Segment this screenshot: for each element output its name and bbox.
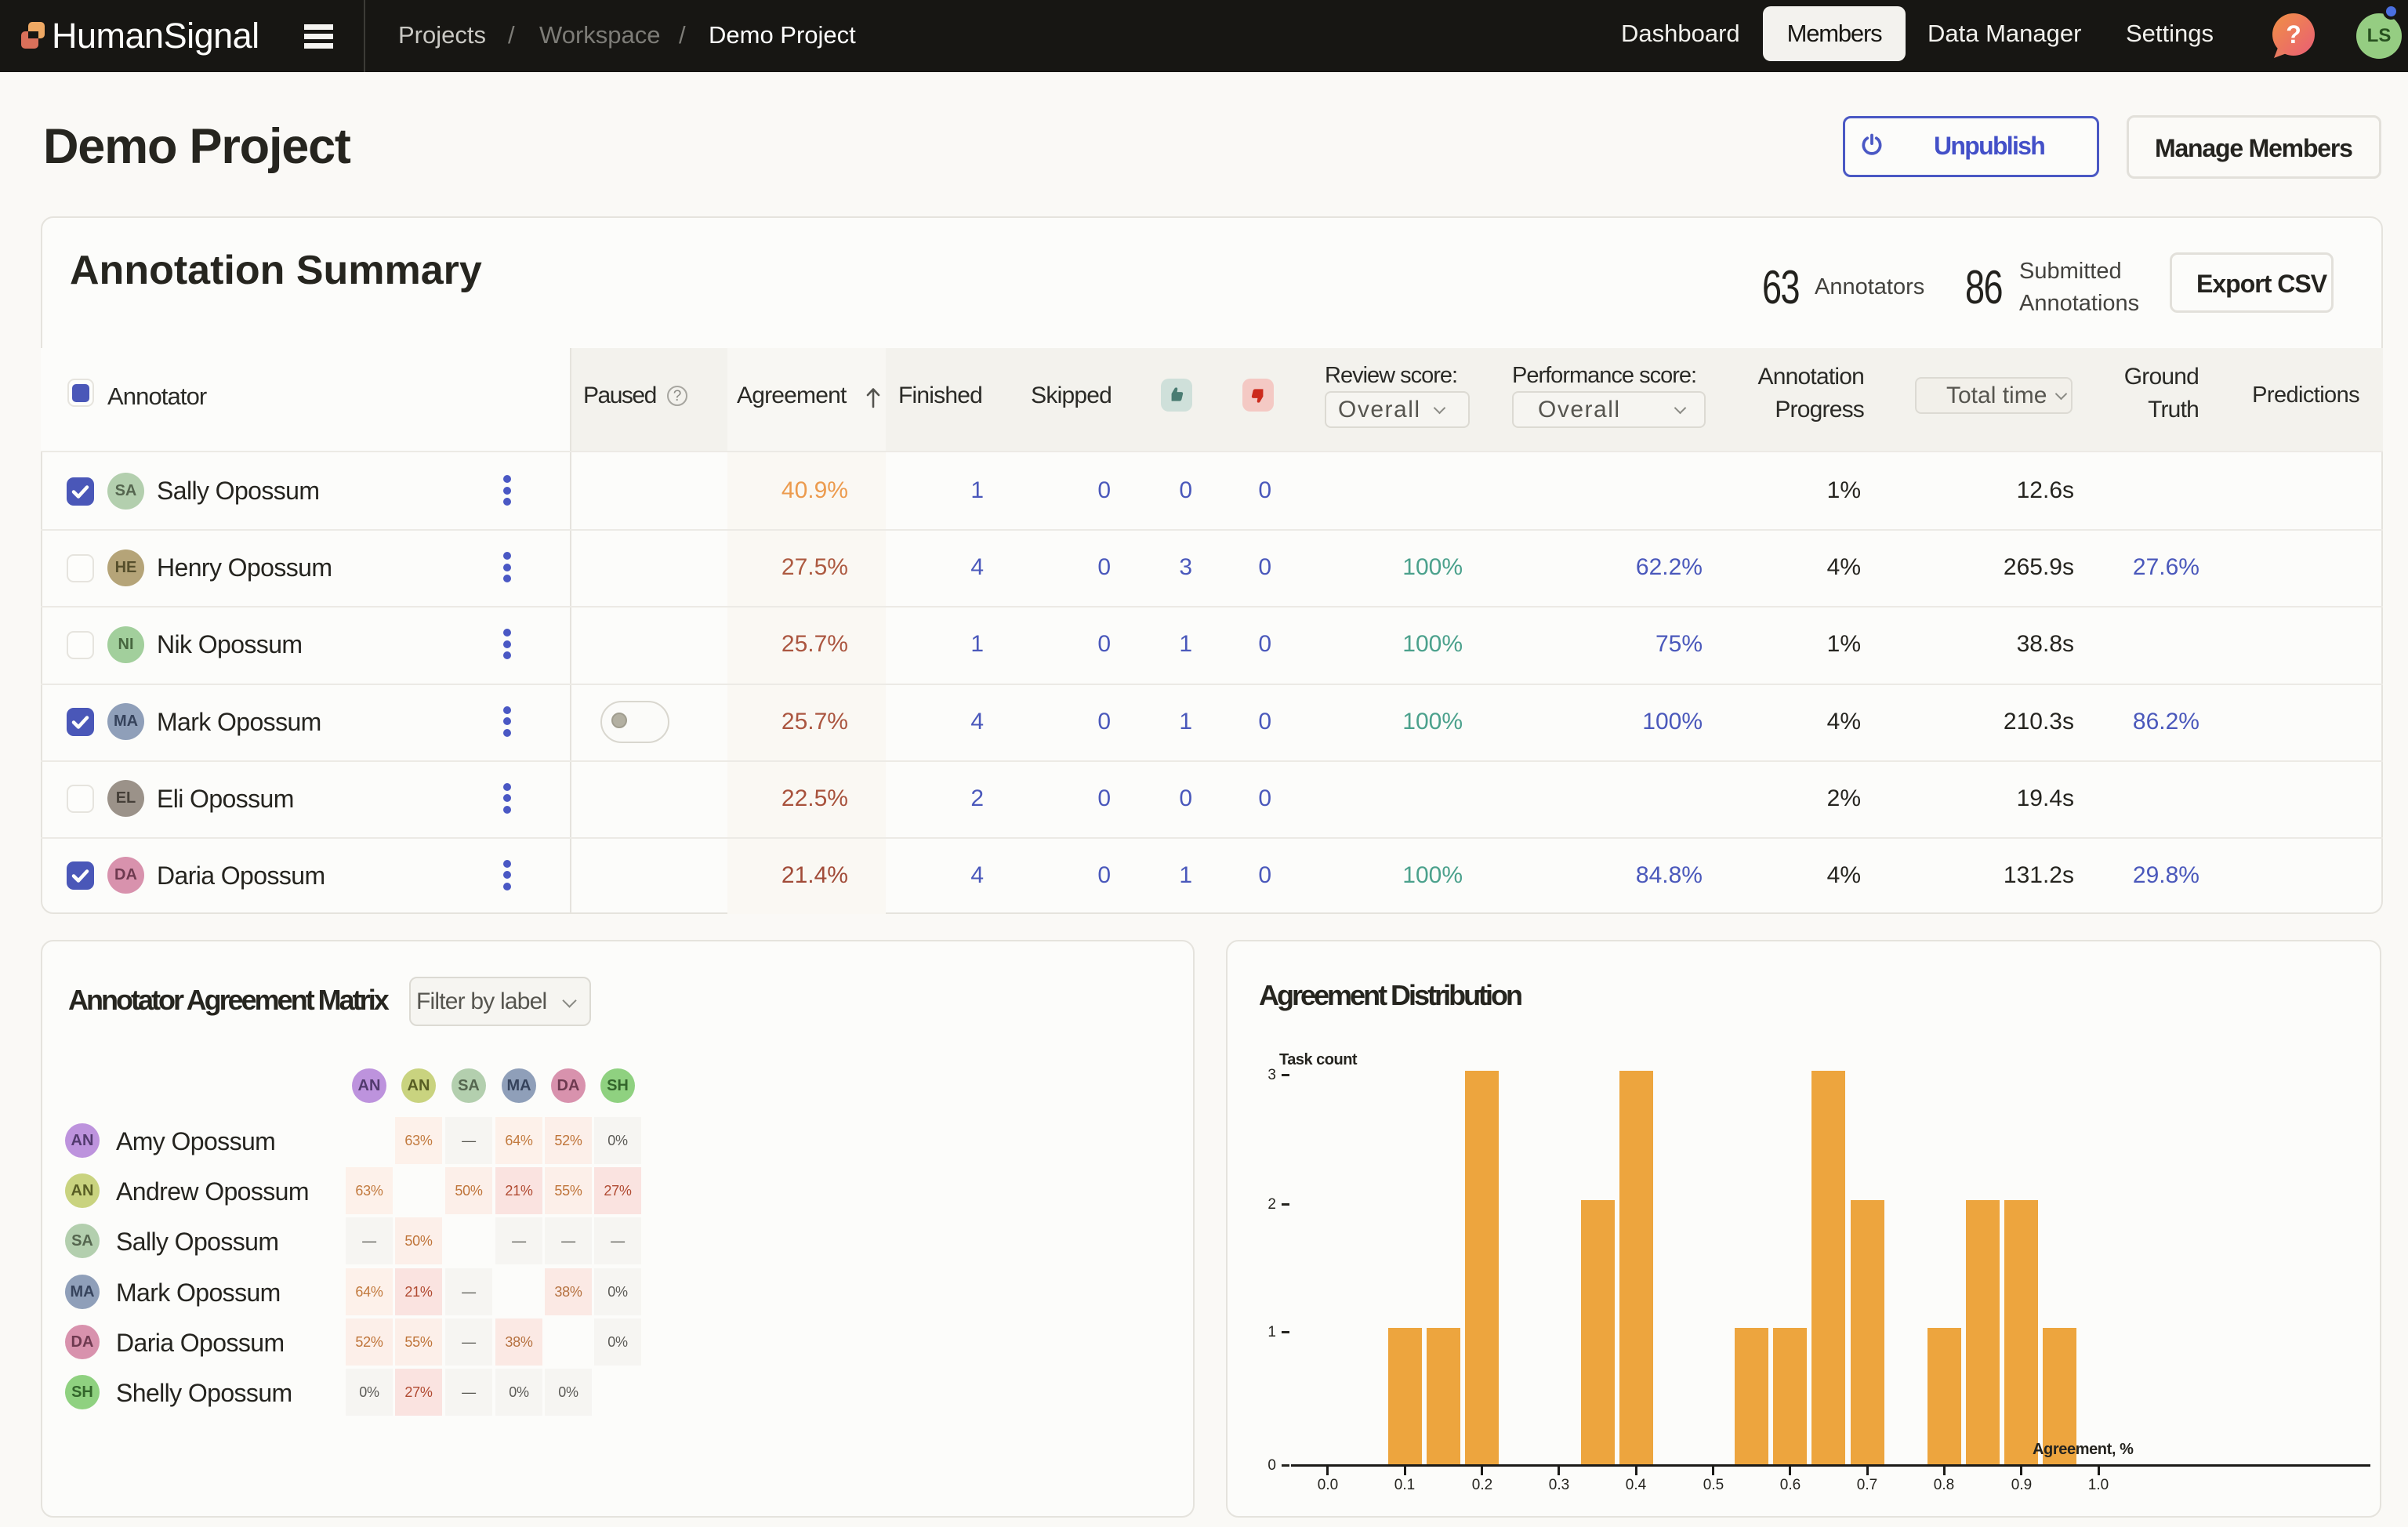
svg-text:?: ? bbox=[2286, 20, 2301, 49]
